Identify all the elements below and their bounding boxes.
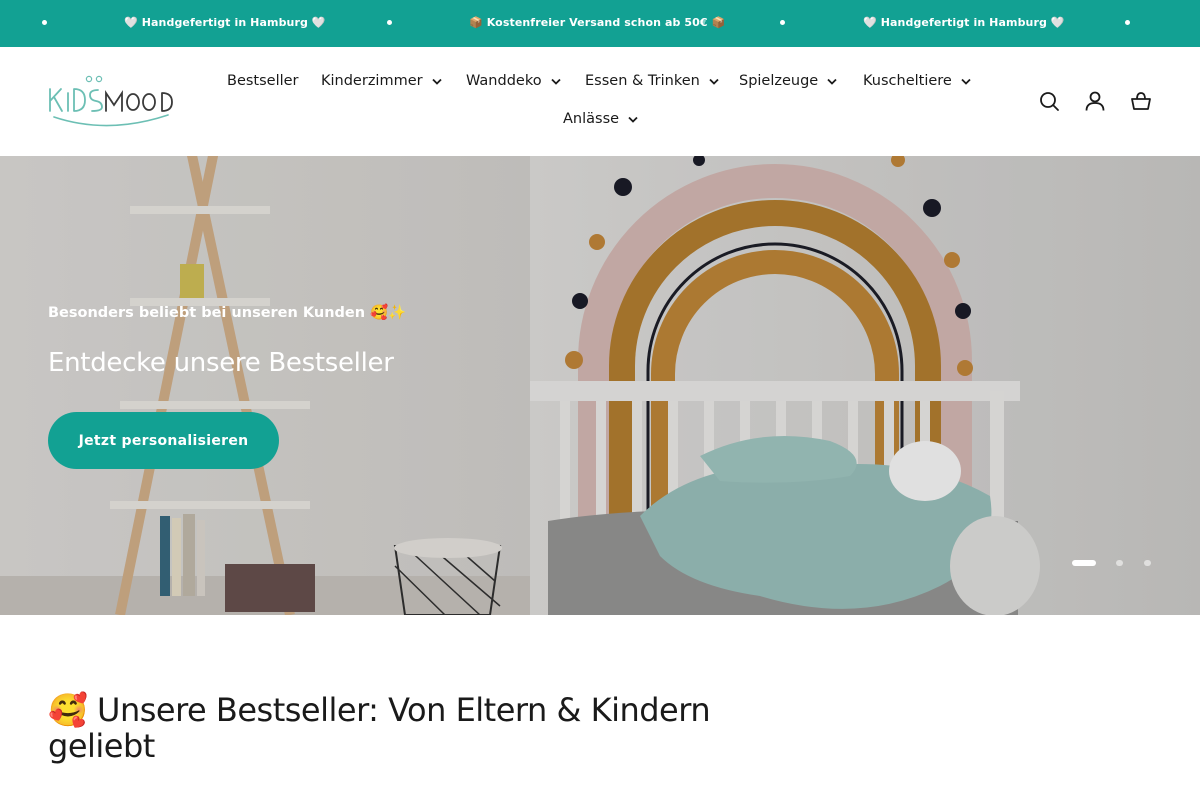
nav-item-anlaesse[interactable]: Anlässe (563, 111, 638, 127)
nav-item-spielzeuge[interactable]: Spielzeuge (739, 73, 837, 89)
slide-indicator-3[interactable] (1144, 560, 1151, 566)
nav-label: Bestseller (227, 73, 299, 89)
nav-label: Kinderzimmer (321, 73, 423, 89)
separator-dot (780, 20, 785, 25)
cart-icon[interactable] (1130, 90, 1152, 112)
hero-overlay (0, 156, 1200, 615)
hero-kicker: Besonders beliebt bei unseren Kunden 🥰✨ (48, 305, 407, 321)
chevron-down-icon (961, 78, 971, 85)
nav-label: Essen & Trinken (585, 73, 700, 89)
slide-indicator-2[interactable] (1116, 560, 1123, 566)
announcement-message: 🤍 Handgefertigt in Hamburg 🤍 (863, 16, 1065, 29)
nav-item-essen-trinken[interactable]: Essen & Trinken (585, 73, 719, 89)
chevron-down-icon (827, 78, 837, 85)
logo-image (49, 75, 173, 127)
announcement-message: 🤍 Handgefertigt in Hamburg 🤍 (124, 16, 326, 29)
search-icon[interactable] (1038, 90, 1060, 112)
nav-label: Kuscheltiere (863, 73, 952, 89)
announcement-message: 📦 Kostenfreier Versand schon ab 50€ 📦 (469, 16, 726, 29)
separator-dot (42, 20, 47, 25)
separator-dot (1125, 20, 1130, 25)
nav-item-kuscheltiere[interactable]: Kuscheltiere (863, 73, 971, 89)
chevron-down-icon (431, 78, 442, 85)
personalize-button[interactable]: Jetzt personalisieren (48, 412, 279, 469)
chevron-down-icon (550, 78, 561, 85)
nav-item-kinderzimmer[interactable]: Kinderzimmer (321, 73, 442, 89)
announcement-bar: 🤍 Handgefertigt in Hamburg 🤍 📦 Kostenfre… (0, 0, 1200, 47)
separator-dot (387, 20, 392, 25)
nav-label: Spielzeuge (739, 73, 819, 89)
nav-item-bestseller[interactable]: Bestseller (227, 73, 299, 89)
site-header: Bestseller Kinderzimmer Wanddeko Essen &… (0, 47, 1200, 156)
nav-label: Wanddeko (466, 73, 542, 89)
chevron-down-icon (628, 116, 638, 123)
nav-label: Anlässe (563, 111, 620, 127)
slide-indicator-1[interactable] (1072, 560, 1096, 566)
account-icon[interactable] (1084, 90, 1106, 112)
chevron-down-icon (709, 78, 719, 85)
hero-banner: Besonders beliebt bei unseren Kunden 🥰✨ … (0, 156, 1200, 615)
section-title: 🥰 Unsere Bestseller: Von Eltern & Kinder… (48, 691, 711, 765)
logo[interactable] (48, 73, 184, 129)
hero-title: Entdecke unsere Bestseller (48, 348, 394, 378)
nav-item-wanddeko[interactable]: Wanddeko (466, 73, 561, 89)
